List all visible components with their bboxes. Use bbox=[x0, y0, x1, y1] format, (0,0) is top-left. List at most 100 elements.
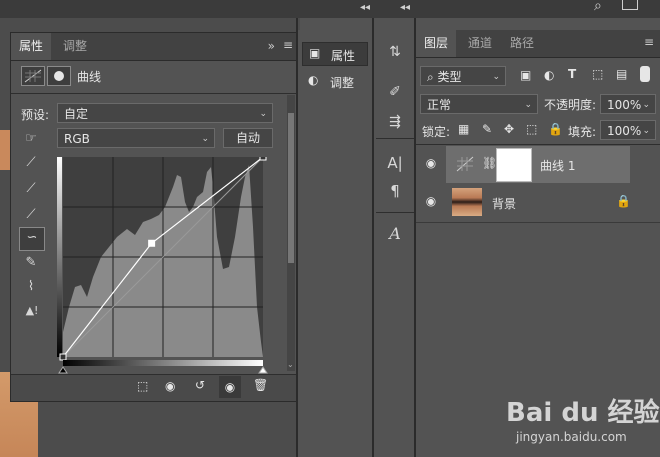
chevron-down-icon: ⌄ bbox=[642, 126, 650, 136]
chevron-down-icon: ⌄ bbox=[492, 72, 500, 82]
lock-all-icon[interactable]: 🔒 bbox=[548, 122, 563, 136]
properties-tabbar: 属性 调整 » ≡ bbox=[11, 33, 299, 61]
history-icon[interactable]: ⇅ bbox=[384, 44, 406, 60]
opacity-field[interactable]: 100% ⌄ bbox=[600, 94, 656, 114]
properties-panel: 属性 调整 » ≡ 曲线 预设: 自定 ⌄ ☞ ⟋ ⟋ ⟋ ∽ ✎ ⌇ ▲! R… bbox=[10, 32, 300, 402]
pencil-icon[interactable]: ✎ bbox=[21, 253, 41, 273]
tab-layers[interactable]: 图层 bbox=[416, 30, 457, 57]
fill-value: 100% bbox=[607, 124, 642, 138]
collapse-arrows-icon[interactable]: ◂◂ bbox=[360, 2, 370, 13]
layer-row-curves[interactable]: ◉ ⛓ 曲线 1 bbox=[416, 146, 660, 183]
on-image-adjust-hand-icon[interactable]: ☞ bbox=[21, 129, 41, 149]
filter-toggle-icon[interactable] bbox=[640, 66, 650, 82]
curves-adjustment-icon bbox=[21, 66, 45, 86]
curve-control-point[interactable] bbox=[148, 239, 156, 247]
view-previous-state-icon[interactable]: ◉ bbox=[165, 379, 175, 393]
panel-title: 曲线 bbox=[77, 70, 102, 84]
paragraph-icon[interactable]: ¶ bbox=[384, 182, 406, 200]
curves-adjustment-icon bbox=[454, 154, 476, 174]
tab-paths[interactable]: 路径 bbox=[502, 30, 542, 57]
character-icon[interactable]: A| bbox=[384, 154, 406, 172]
tab-channels[interactable]: 通道 bbox=[460, 30, 500, 57]
dock-item-properties[interactable]: ▣ 属性 bbox=[302, 42, 368, 66]
blend-mode-dropdown[interactable]: 正常 ⌄ bbox=[420, 94, 538, 114]
tool-icon-strip: ⇅ ✐ ⇶ A| ¶ A bbox=[376, 30, 414, 457]
channel-dropdown[interactable]: RGB ⌄ bbox=[57, 128, 215, 148]
filter-pixel-icon[interactable]: ▣ bbox=[520, 68, 531, 82]
watermark-url: jingyan.baidu.com bbox=[516, 430, 627, 444]
layer-mask-icon[interactable] bbox=[47, 66, 71, 86]
preset-dropdown[interactable]: 自定 ⌄ bbox=[57, 103, 273, 123]
tab-adjustments[interactable]: 调整 bbox=[55, 33, 95, 60]
black-input-slider[interactable] bbox=[58, 366, 68, 374]
link-chain-icon[interactable]: ⛓ bbox=[482, 156, 497, 170]
adjustments-icon: ◐ bbox=[308, 73, 319, 87]
chevron-down-icon: ⌄ bbox=[259, 109, 267, 119]
visibility-eye-icon[interactable]: ◉ bbox=[424, 156, 438, 170]
output-gradient-bar bbox=[57, 157, 62, 357]
strip-divider bbox=[376, 138, 414, 139]
auto-button[interactable]: 自动 bbox=[223, 128, 273, 148]
smooth-curve-icon[interactable]: ⌇ bbox=[21, 277, 41, 297]
scrollbar[interactable]: ⌄ bbox=[287, 95, 295, 371]
collapsed-panel-dock: ▣ 属性 ◐ 调整 bbox=[298, 30, 370, 457]
gray-point-eyedropper-icon[interactable]: ⟋ bbox=[21, 179, 41, 199]
layer-name[interactable]: 曲线 1 bbox=[540, 157, 575, 174]
panel-menu-icon[interactable]: ≡ bbox=[644, 35, 654, 49]
reset-icon[interactable]: ↺ bbox=[195, 378, 205, 392]
properties-bottom-toolbar: ⬚ ◉ ↺ ◉ 🗑 bbox=[11, 374, 297, 401]
chevron-down-icon: ⌄ bbox=[642, 100, 650, 110]
divider bbox=[11, 93, 297, 94]
dock-label-adjustments: 调整 bbox=[330, 76, 355, 90]
brush-settings-icon[interactable]: ⇶ bbox=[384, 114, 406, 130]
curve-control-point[interactable] bbox=[59, 353, 67, 361]
glyphs-icon[interactable]: A bbox=[384, 224, 406, 243]
curve-edit-icon[interactable]: ∽ bbox=[19, 227, 45, 251]
lock-paint-icon[interactable]: ✎ bbox=[482, 122, 492, 136]
trash-icon[interactable]: 🗑 bbox=[253, 378, 268, 392]
layer-name[interactable]: 背景 bbox=[492, 195, 516, 212]
layers-tabbar: 图层 通道 路径 ≡ bbox=[416, 30, 660, 58]
clipping-warning-icon[interactable]: ▲! bbox=[19, 301, 45, 321]
lock-artboard-icon[interactable]: ⬚ bbox=[526, 122, 537, 136]
divider bbox=[416, 144, 660, 145]
search-icon[interactable]: ⌕ bbox=[594, 0, 602, 14]
collapse-arrows-icon-2[interactable]: ◂◂ bbox=[400, 2, 410, 13]
white-input-slider[interactable] bbox=[258, 366, 268, 374]
filter-shape-icon[interactable]: ⬚ bbox=[592, 67, 603, 81]
scrollbar-thumb[interactable] bbox=[288, 113, 294, 263]
filter-smart-object-icon[interactable]: ▤ bbox=[616, 67, 627, 81]
layer-filter-dropdown[interactable]: ⌕ 类型 ⌄ bbox=[420, 66, 506, 86]
curves-graph[interactable] bbox=[57, 157, 269, 379]
scroll-down-icon[interactable]: ⌄ bbox=[287, 360, 294, 369]
workspace-icon[interactable] bbox=[622, 0, 638, 10]
tab-properties[interactable]: 属性 bbox=[11, 33, 52, 60]
curve-control-point[interactable] bbox=[259, 157, 267, 161]
divider bbox=[416, 222, 660, 223]
black-point-eyedropper-icon[interactable]: ⟋ bbox=[21, 153, 41, 173]
opacity-label: 不透明度: bbox=[544, 98, 597, 112]
lock-move-icon[interactable]: ✥ bbox=[504, 122, 514, 136]
dock-item-adjustments[interactable]: ◐ 调整 bbox=[302, 70, 366, 92]
layer-row-background[interactable]: ◉ 背景 🔒 bbox=[416, 184, 660, 221]
visibility-eye-icon[interactable]: ◉ bbox=[219, 376, 241, 398]
fill-field[interactable]: 100% ⌄ bbox=[600, 120, 656, 140]
search-icon: ⌕ bbox=[427, 70, 438, 84]
layer-thumbnail-eye-photo bbox=[452, 188, 482, 216]
brush-presets-icon[interactable]: ✐ bbox=[384, 84, 406, 100]
strip-divider bbox=[376, 212, 414, 213]
lock-icon: 🔒 bbox=[616, 194, 631, 208]
preset-label: 预设: bbox=[21, 108, 50, 122]
clip-to-layer-icon[interactable]: ⬚ bbox=[137, 379, 148, 393]
lock-transparent-icon[interactable]: ▦ bbox=[458, 122, 469, 136]
filter-label: 类型 bbox=[437, 70, 462, 84]
fill-label: 填充: bbox=[568, 125, 597, 139]
white-point-eyedropper-icon[interactable]: ⟋ bbox=[21, 205, 41, 225]
panel-menu-icon[interactable]: ≡ bbox=[283, 38, 293, 52]
chevron-down-icon: ⌄ bbox=[201, 134, 209, 144]
layer-mask-thumbnail[interactable] bbox=[496, 148, 532, 182]
visibility-eye-icon[interactable]: ◉ bbox=[424, 194, 438, 208]
filter-type-icon[interactable]: T bbox=[568, 67, 576, 81]
filter-adjustment-icon[interactable]: ◐ bbox=[544, 68, 554, 82]
expand-icon[interactable]: » bbox=[268, 39, 275, 53]
